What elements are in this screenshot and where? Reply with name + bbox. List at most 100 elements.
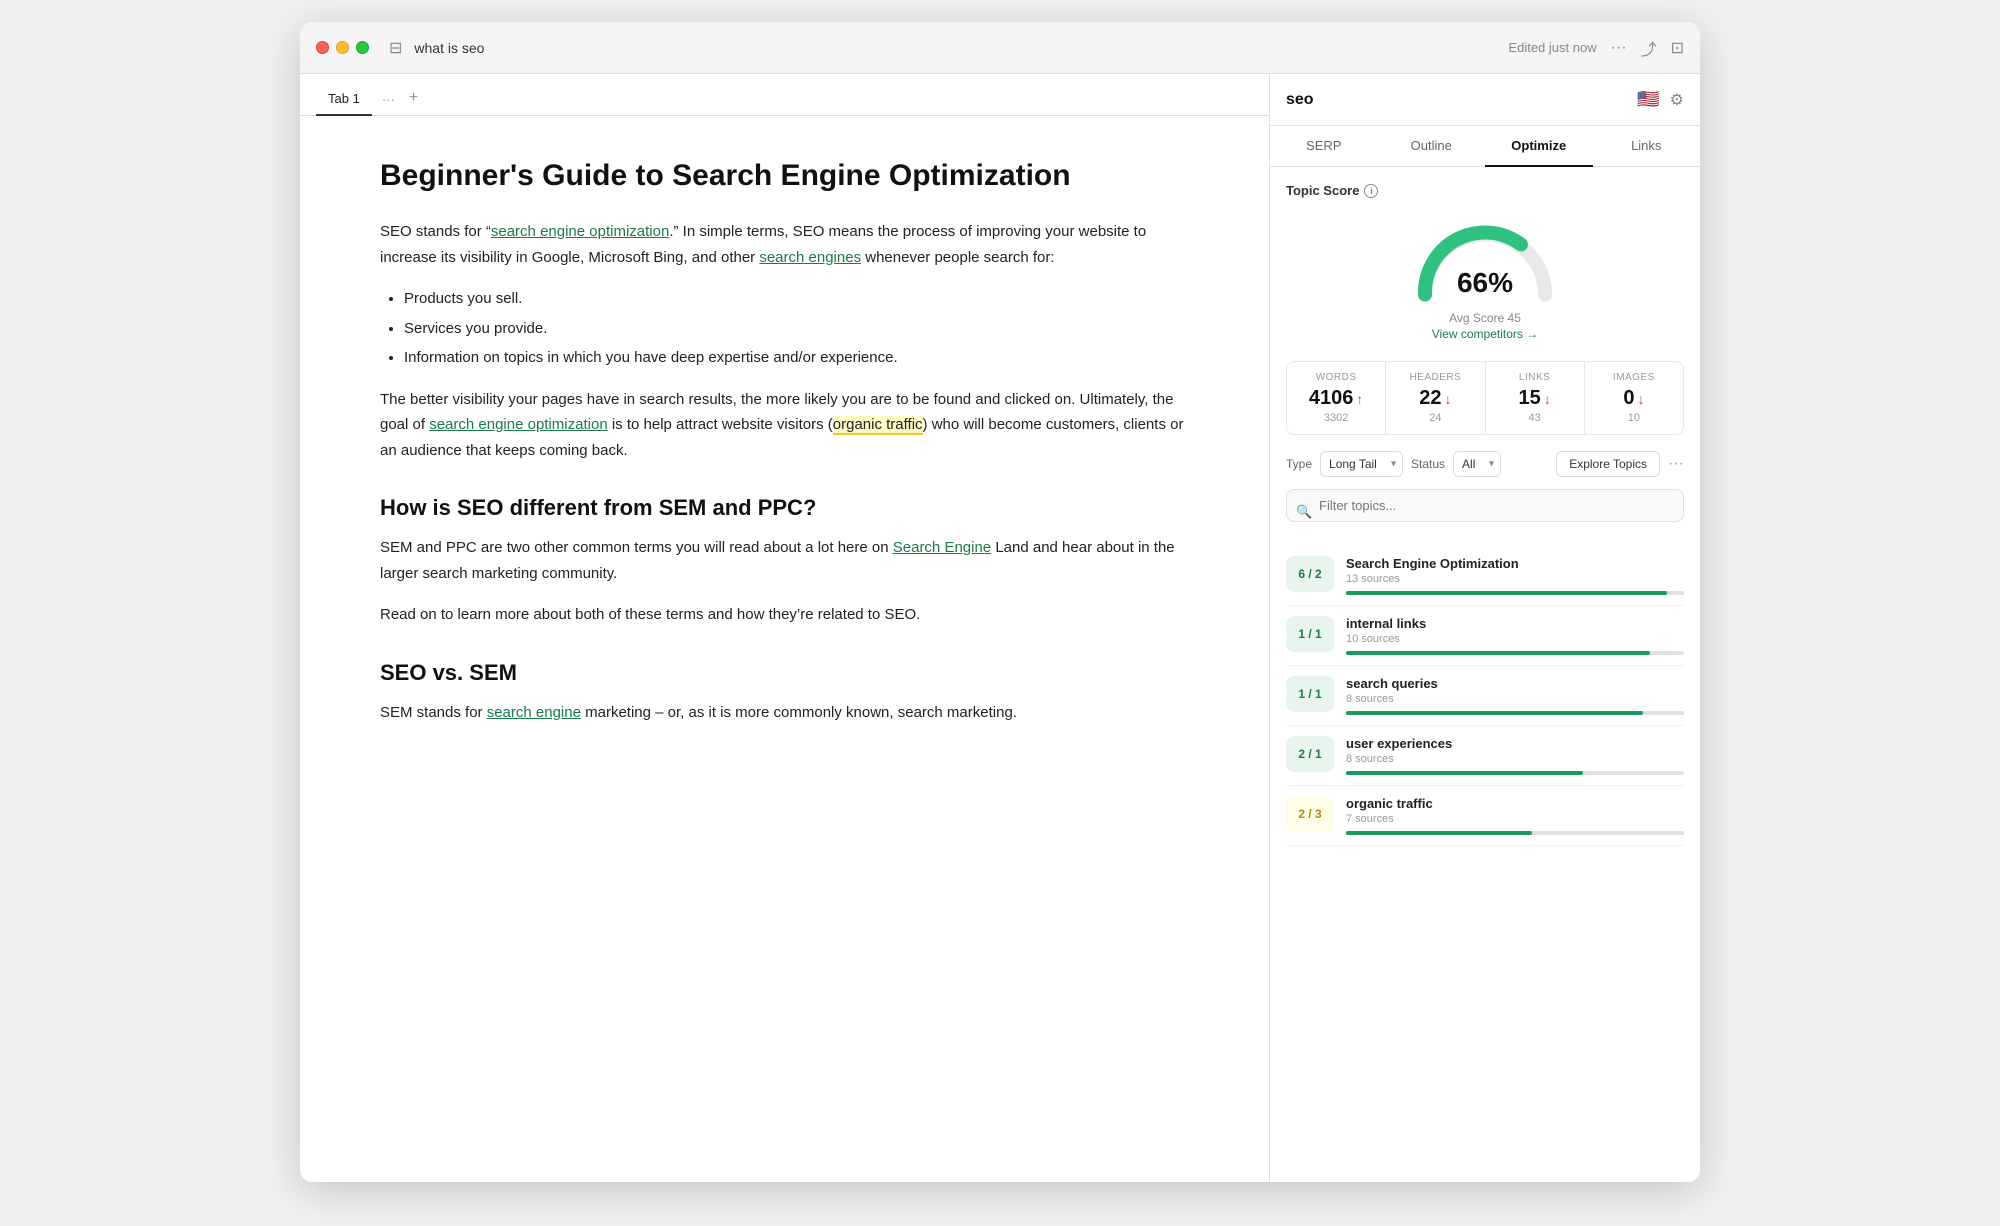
- maximize-button[interactable]: [356, 41, 369, 54]
- topic-score-section: Topic Score i 66% A: [1286, 183, 1684, 341]
- headers-arrow-icon: ↓: [1445, 391, 1452, 407]
- topic-bar-2: [1346, 711, 1684, 715]
- stats-row: WORDS 4106 ↑ 3302 HEADERS 22 ↓ 24: [1286, 361, 1684, 435]
- type-select[interactable]: Long Tail: [1320, 451, 1403, 477]
- stat-links: LINKS 15 ↓ 43: [1486, 362, 1585, 434]
- titlebar: ⊟ what is seo Edited just now ··· ⤴ ⊡: [300, 22, 1700, 74]
- link-search-engine-land[interactable]: Search Engine: [893, 539, 991, 556]
- stat-headers-sub: 24: [1398, 412, 1472, 424]
- panel-header: seo 🇺🇸 ⚙: [1270, 74, 1700, 126]
- more-options-icon[interactable]: ···: [1611, 39, 1627, 57]
- tab-optimize[interactable]: Optimize: [1485, 126, 1593, 167]
- topic-sources-1: 10 sources: [1346, 633, 1684, 645]
- info-icon[interactable]: i: [1364, 184, 1378, 198]
- explore-topics-button[interactable]: Explore Topics: [1556, 451, 1660, 477]
- topic-name-2: search queries: [1346, 676, 1684, 691]
- topic-filter-input[interactable]: [1286, 489, 1684, 522]
- topic-info-0: Search Engine Optimization 13 sources: [1346, 556, 1684, 595]
- topic-bar-fill-2: [1346, 711, 1643, 715]
- topic-bar-1: [1346, 651, 1684, 655]
- topic-bar-4: [1346, 831, 1684, 835]
- search-icon: 🔍: [1296, 504, 1312, 520]
- tab-add-button[interactable]: +: [405, 81, 422, 115]
- link-search-engines[interactable]: search engines: [759, 249, 861, 266]
- topic-sources-2: 8 sources: [1346, 693, 1684, 705]
- tabs-bar: Tab 1 ··· +: [300, 74, 1269, 116]
- list-item: Services you provide.: [404, 316, 1189, 342]
- tab-outline[interactable]: Outline: [1378, 126, 1486, 166]
- stat-words: WORDS 4106 ↑ 3302: [1287, 362, 1386, 434]
- topic-name-3: user experiences: [1346, 736, 1684, 751]
- panel-search-term: seo: [1286, 91, 1629, 109]
- para-3: SEM and PPC are two other common terms y…: [380, 535, 1189, 586]
- topic-info-3: user experiences 8 sources: [1346, 736, 1684, 775]
- status-select[interactable]: All: [1453, 451, 1501, 477]
- link-seo-2[interactable]: search engine optimization: [429, 416, 607, 433]
- share-icon[interactable]: ⤴: [1641, 36, 1657, 60]
- status-select-wrapper[interactable]: All: [1453, 451, 1501, 477]
- topic-info-2: search queries 8 sources: [1346, 676, 1684, 715]
- link-seo-1[interactable]: search engine optimization: [491, 223, 669, 240]
- topic-bar-fill-1: [1346, 651, 1650, 655]
- type-label: Type: [1286, 457, 1312, 471]
- titlebar-actions: Edited just now ··· ⤴ ⊡: [1508, 36, 1684, 60]
- filter-row: Type Long Tail Status All Explore Topics…: [1286, 451, 1684, 477]
- topic-info-1: internal links 10 sources: [1346, 616, 1684, 655]
- para-2: The better visibility your pages have in…: [380, 387, 1189, 464]
- highlight-organic-traffic[interactable]: organic traffic: [833, 416, 923, 435]
- stat-headers-value: 22 ↓: [1398, 387, 1472, 410]
- doc-heading: Beginner's Guide to Search Engine Optimi…: [380, 156, 1189, 195]
- tab-serp[interactable]: SERP: [1270, 126, 1378, 166]
- minimize-button[interactable]: [336, 41, 349, 54]
- avg-score: Avg Score 45: [1449, 311, 1521, 325]
- stat-images-value: 0 ↓: [1597, 387, 1671, 410]
- images-arrow-icon: ↓: [1637, 391, 1644, 407]
- layout-icon[interactable]: ⊡: [1671, 38, 1684, 58]
- topic-item-2[interactable]: 1 / 1 search queries 8 sources: [1286, 666, 1684, 726]
- stat-links-label: LINKS: [1498, 372, 1572, 383]
- gear-icon[interactable]: ⚙: [1670, 90, 1684, 110]
- stat-words-sub: 3302: [1299, 412, 1373, 424]
- topic-bar-3: [1346, 771, 1684, 775]
- topic-name-0: Search Engine Optimization: [1346, 556, 1684, 571]
- view-competitors-link[interactable]: View competitors →: [1432, 327, 1538, 341]
- main-area: Tab 1 ··· + Beginner's Guide to Search E…: [300, 74, 1700, 1182]
- topic-badge-3: 2 / 1: [1286, 736, 1334, 772]
- status-label: Status: [1411, 457, 1445, 471]
- stat-headers-label: HEADERS: [1398, 372, 1472, 383]
- stat-images-label: IMAGES: [1597, 372, 1671, 383]
- topic-bar-fill-4: [1346, 831, 1532, 835]
- topic-item-1[interactable]: 1 / 1 internal links 10 sources: [1286, 606, 1684, 666]
- topic-item-0[interactable]: 6 / 2 Search Engine Optimization 13 sour…: [1286, 546, 1684, 606]
- close-button[interactable]: [316, 41, 329, 54]
- stat-images: IMAGES 0 ↓ 10: [1585, 362, 1683, 434]
- para-1: SEO stands for “search engine optimizati…: [380, 219, 1189, 270]
- topic-bar-fill-0: [1346, 591, 1667, 595]
- filter-more-icon[interactable]: ···: [1668, 455, 1684, 473]
- link-search-engine-2[interactable]: search engine: [487, 704, 581, 721]
- tab-1[interactable]: Tab 1: [316, 83, 372, 116]
- edited-status: Edited just now: [1508, 40, 1596, 55]
- topic-badge-1: 1 / 1: [1286, 616, 1334, 652]
- topic-item-3[interactable]: 2 / 1 user experiences 8 sources: [1286, 726, 1684, 786]
- stat-links-value: 15 ↓: [1498, 387, 1572, 410]
- sidebar-toggle-icon[interactable]: ⊟: [389, 38, 402, 58]
- editor-pane: Tab 1 ··· + Beginner's Guide to Search E…: [300, 74, 1270, 1182]
- tab-more-icon[interactable]: ···: [378, 84, 399, 115]
- topic-sources-4: 7 sources: [1346, 813, 1684, 825]
- type-select-wrapper[interactable]: Long Tail: [1320, 451, 1403, 477]
- editor-content: Beginner's Guide to Search Engine Optimi…: [300, 116, 1269, 1182]
- topic-item-4[interactable]: 2 / 3 organic traffic 7 sources: [1286, 786, 1684, 846]
- topic-name-1: internal links: [1346, 616, 1684, 631]
- gauge-percent: 66%: [1457, 267, 1513, 299]
- panel-body: Topic Score i 66% A: [1270, 167, 1700, 1182]
- topic-badge-0: 6 / 2: [1286, 556, 1334, 592]
- stat-links-sub: 43: [1498, 412, 1572, 424]
- tab-links[interactable]: Links: [1593, 126, 1701, 166]
- flag-icon[interactable]: 🇺🇸: [1637, 89, 1659, 110]
- stat-headers: HEADERS 22 ↓ 24: [1386, 362, 1485, 434]
- topic-badge-4: 2 / 3: [1286, 796, 1334, 832]
- heading-sem: How is SEO different from SEM and PPC?: [380, 495, 1189, 521]
- topic-bar-fill-3: [1346, 771, 1583, 775]
- list-item: Information on topics in which you have …: [404, 345, 1189, 371]
